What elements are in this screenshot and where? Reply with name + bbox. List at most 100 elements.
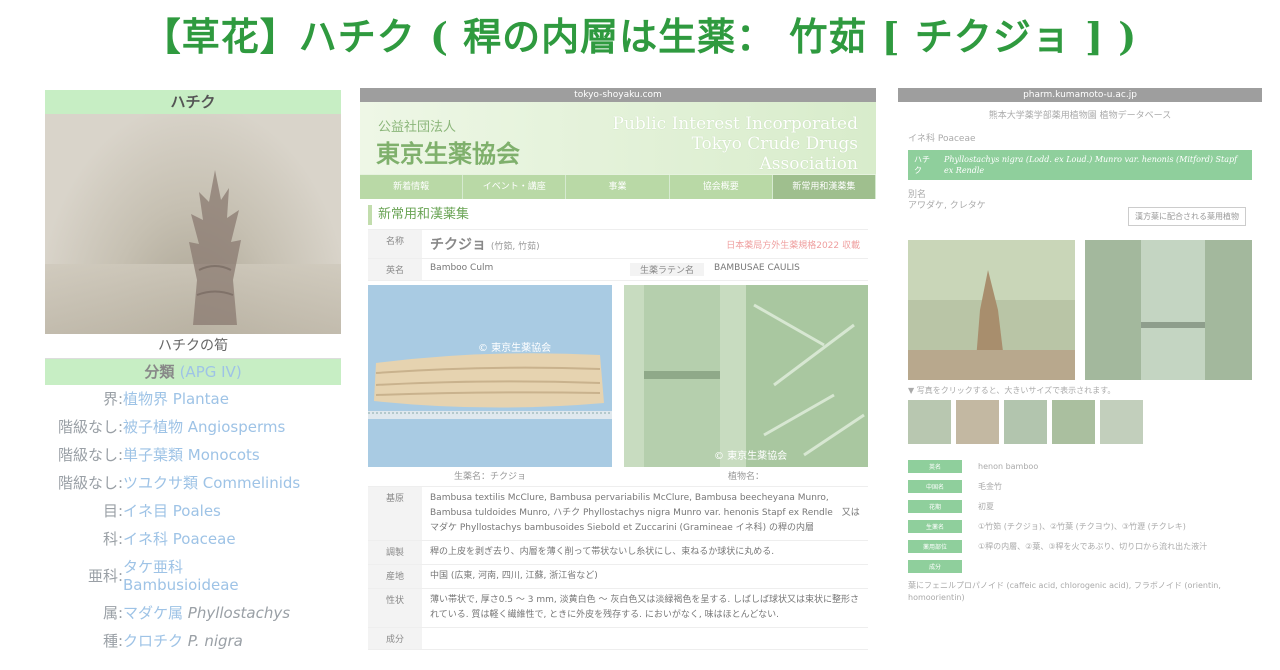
nav-item-projects[interactable]: 事業 (566, 175, 670, 199)
url-bar[interactable]: tokyo-shoyaku.com (360, 88, 876, 102)
thumbnail[interactable] (1052, 400, 1095, 444)
row-value: Bamboo Culm 生薬ラテン名 BAMBUSAE CAULIS (422, 259, 868, 280)
species-scientific: Phyllostachys nigra (Lodd. ex Loud.) Mun… (944, 155, 1238, 175)
family-name: イネ科 Poaceae (908, 134, 976, 144)
bamboo-shoot-photo (45, 114, 341, 334)
taxon-row: 科: イネ科 Poaceae (45, 525, 341, 553)
row-value: ①稈の内層、②葉、③稈を火であぶり、切り口から流れ出た液汁 (978, 542, 1208, 551)
drug-detail-table: 基原 Bambusa textilis McClure, Bambusa perv… (368, 486, 868, 650)
table-row: 成分 (908, 560, 1254, 573)
nav-item-events[interactable]: イベント・講座 (463, 175, 567, 199)
plant-photos (908, 240, 1252, 380)
row-value: 稈の上皮を剥ぎ去り、内層を薄く削って帯状ないし糸状にし、束ねるか球状に丸める. (430, 547, 775, 557)
english-line: Association (759, 154, 858, 174)
species-jp: ハチク (914, 155, 930, 175)
section-heading: 新常用和漢薬集 (368, 205, 868, 225)
row-key: 成分 (368, 628, 422, 649)
site-nav: 新着情報 イベント・講座 事業 協会概要 新常用和漢薬集 (360, 174, 876, 199)
taxon-row: 属: マダケ属 Phyllostachys (45, 599, 341, 627)
taxon-rank: 属: (102, 604, 123, 622)
apg-link[interactable]: (APG IV) (180, 363, 242, 381)
row-value: 中国 (広東, 河南, 四川, 江蘇, 浙江省など) (430, 571, 598, 581)
taxon-rank: 科: (102, 530, 123, 548)
nav-item-about[interactable]: 協会概要 (670, 175, 773, 199)
latin-key: 生薬ラテン名 (630, 263, 705, 276)
nav-item-news[interactable]: 新着情報 (360, 175, 464, 199)
table-row: 英名 henon bamboo (908, 460, 1254, 473)
taxon-link[interactable]: ツユクサ類 Commelinids (123, 469, 300, 497)
row-value (422, 628, 868, 649)
tokyo-shoyaku-page: tokyo-shoyaku.com 公益社団法人 東京生薬協会 Public I… (360, 88, 876, 670)
image-caption: 植物名： (727, 472, 764, 482)
taxon-row: 界: 植物界 Plantae (45, 385, 341, 413)
site-logo-name[interactable]: 東京生薬協会 (376, 134, 520, 169)
nav-item-herbs[interactable]: 新常用和漢薬集 (772, 175, 876, 199)
thumbnail[interactable] (956, 400, 999, 444)
kampo-plants-button[interactable]: 漢方薬に配合される薬用植物 (1128, 207, 1246, 226)
shoot-image (908, 240, 1075, 380)
table-row: 花期 初夏 (908, 500, 1254, 513)
bamboo-shoot-image (189, 170, 241, 325)
taxon-row: 亜科: タケ亜科 Bambusioideae (45, 553, 341, 599)
taxon-row: 階級なし: 単子葉類 Monocots (45, 441, 341, 469)
bamboo-shavings-image (368, 285, 612, 467)
taxon-link[interactable]: 被子植物 Angiosperms (123, 413, 285, 441)
taxon-link[interactable]: マダケ属 Phyllostachys (123, 599, 290, 627)
taxon-jp: マダケ属 (123, 604, 184, 622)
table-row: 基原 Bambusa textilis McClure, Bambusa perv… (368, 487, 868, 541)
plant-info-table: 英名 henon bamboo 中国名 毛金竹 花期 初夏 生薬名 ①竹筎 (チクジョ)… (908, 460, 1254, 604)
registry-note: 日本薬局方外生薬規格2022 収載 (726, 240, 860, 251)
row-key: 成分 (908, 560, 962, 573)
row-key: 英名 (368, 259, 422, 280)
table-row: 成分 (368, 628, 868, 650)
taxon-row: 目: イネ目 Poales (45, 497, 341, 525)
site-banner: 公益社団法人 東京生薬協会 Public Interest Incorporat… (360, 102, 876, 174)
watermark: © 東京生薬協会 (478, 343, 552, 354)
row-key: 名称 (368, 230, 422, 258)
drug-name-main: チクジョ (430, 237, 486, 253)
plant-photo[interactable]: © 東京生薬協会 (624, 285, 868, 467)
taxon-row: 種: クロチク P. nigra (45, 627, 341, 655)
wiki-infobox: ハチク ハチクの筍 分類 (APG IV) 界: 植物界 Plantae 階級なし… (45, 90, 341, 670)
culm-photo[interactable] (1085, 240, 1252, 380)
taxon-rank: 種: (102, 632, 123, 650)
english-line: Public Interest Incorporated (612, 114, 858, 134)
org-type: 公益社団法人 (378, 120, 457, 135)
taxon-rank: 界: (102, 390, 123, 408)
page-title: 【草花】ハチク ( 稈の内層は生薬： 竹茹 [ チクジョ ] ) (142, 14, 1138, 59)
row-key: 調製 (368, 541, 422, 564)
taxon-link[interactable]: 単子葉類 Monocots (123, 441, 260, 469)
row-key: 花期 (908, 500, 962, 513)
kumamoto-db-page: pharm.kumamoto-u.ac.jp 熊本大学薬学部薬用植物園 植物デー… (898, 88, 1262, 608)
taxon-latin: P. nigra (187, 632, 243, 650)
thumbnail[interactable] (1004, 400, 1047, 444)
classification-header: 分類 (APG IV) (45, 359, 341, 385)
row-value: チクジョ (竹筎, 竹茹) 日本薬局方外生薬規格2022 収載 (422, 230, 868, 258)
taxon-link[interactable]: イネ目 Poales (123, 497, 221, 525)
row-key: 産地 (368, 565, 422, 588)
english-name: Bamboo Culm (430, 263, 494, 273)
taxon-link[interactable]: クロチク P. nigra (123, 627, 243, 655)
taxon-row: 階級なし: 被子植物 Angiosperms (45, 413, 341, 441)
taxon-link[interactable]: 植物界 Plantae (123, 385, 229, 413)
table-row: 中国名 毛金竹 (908, 480, 1254, 493)
row-key: 基原 (368, 487, 422, 540)
photo-caption: ハチクの筍 (45, 334, 341, 359)
taxon-link[interactable]: イネ科 Poaceae (123, 525, 236, 553)
taxon-rank: 階級なし: (57, 418, 123, 436)
species-bar: ハチク Phyllostachys nigra (Lodd. ex Loud.)… (908, 150, 1252, 180)
english-line: Tokyo Crude Drugs (691, 134, 858, 154)
photo-note: ▼ 写真をクリックすると、大きいサイズで表示されます。 (908, 386, 1116, 395)
thumbnail[interactable] (908, 400, 951, 444)
database-title: 熊本大学薬学部薬用植物園 植物データベース (988, 111, 1172, 121)
row-value: 初夏 (978, 502, 994, 511)
shoot-photo[interactable] (908, 240, 1075, 380)
table-row: 性状 薄い帯状で, 厚さ0.5 ～ 3 mm, 淡黄白色 ～ 灰白色又は淡緑褐色を… (368, 589, 868, 628)
table-row: 産地 中国 (広東, 河南, 四川, 江蘇, 浙江省など) (368, 565, 868, 589)
crude-drug-photo[interactable]: © 東京生薬協会 (368, 285, 612, 467)
taxon-link[interactable]: タケ亜科 Bambusioideae (123, 558, 239, 594)
table-row: 調製 稈の上皮を剥ぎ去り、内層を薄く削って帯状ないし糸状にし、束ねるか球状に丸める… (368, 541, 868, 565)
url-bar[interactable]: pharm.kumamoto-u.ac.jp (898, 88, 1262, 102)
thumbnail[interactable] (1100, 400, 1143, 444)
taxon-rank: 目: (102, 502, 123, 520)
